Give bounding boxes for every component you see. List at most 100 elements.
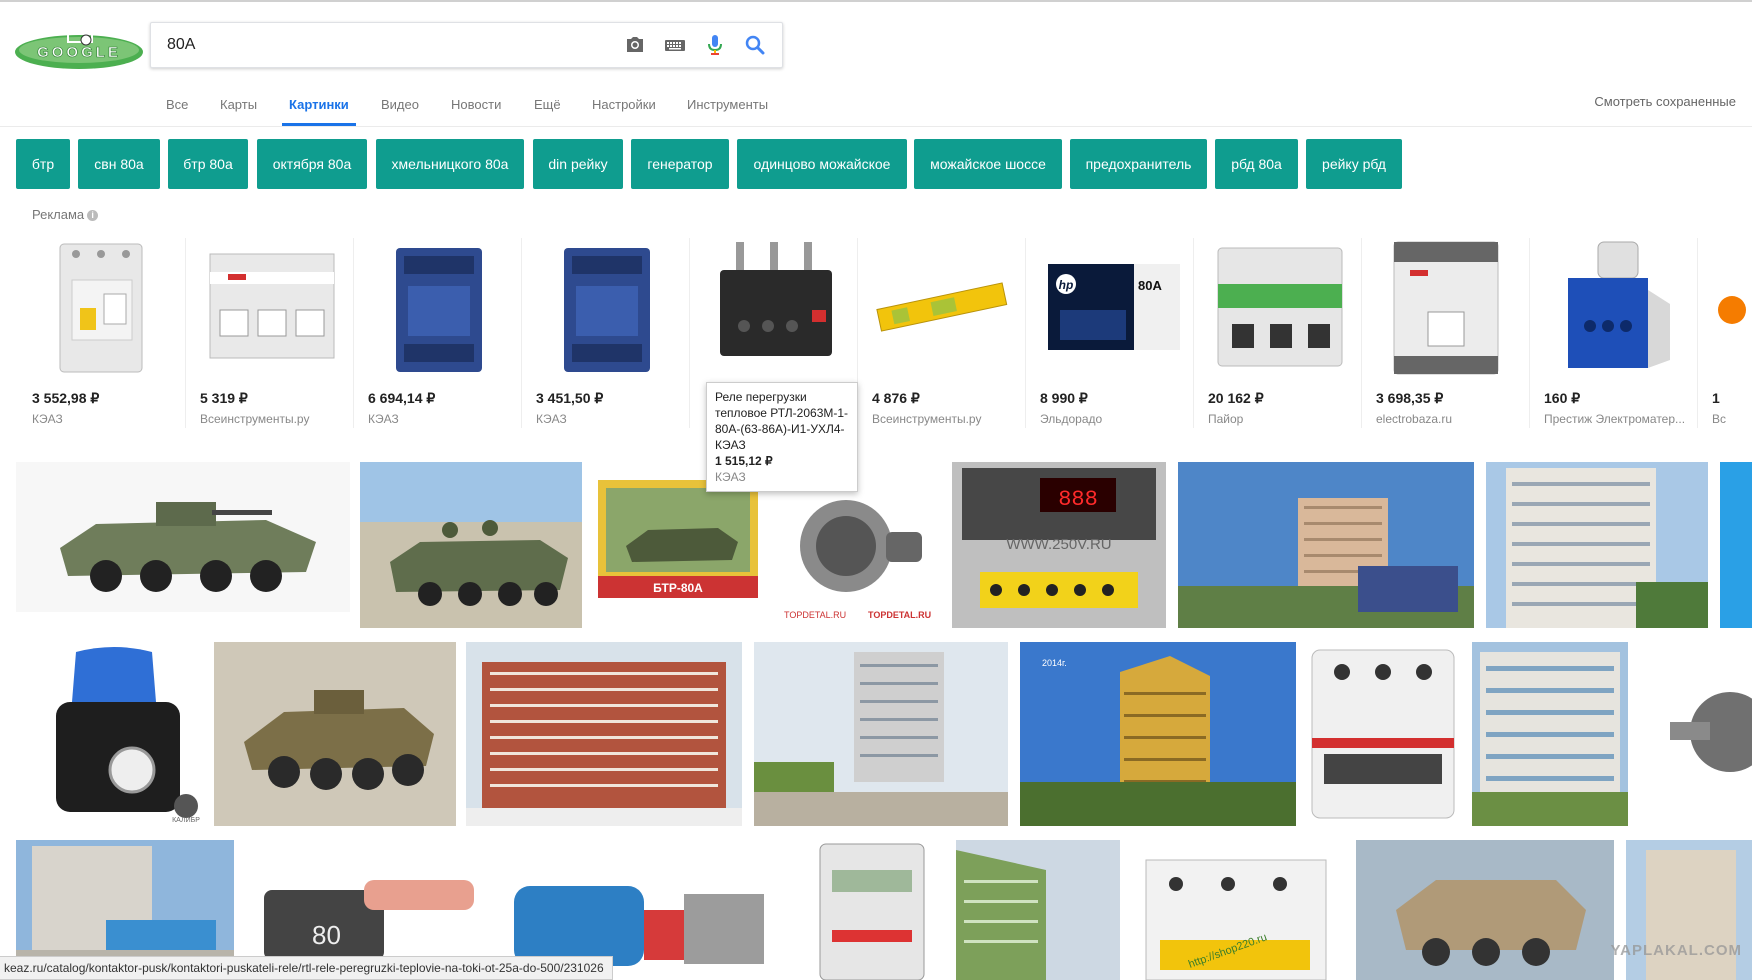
ad-card[interactable]: 3 698,35 ₽ electrobaza.ru [1362,238,1530,428]
ad-card[interactable]: 3 552,98 ₽ КЭАЗ [18,238,186,428]
ad-price: 3 698,35 ₽ [1376,390,1444,406]
circuit-breaker-image [1393,241,1499,375]
tooltip-title: Реле перегрузки тепловое РТЛ-2063М-1-80А… [715,390,849,452]
ad-card[interactable]: 20 162 ₽ Пайор [1194,238,1362,428]
ad-store: КЭАЗ [536,412,567,426]
status-bar-url: keaz.ru/catalog/kontaktor-pusk/kontaktor… [0,956,613,980]
contactor-image [564,248,650,372]
chip-odintsovo-mozhayskoe[interactable]: одинцово можайское [737,139,907,189]
ad-card[interactable]: 4 876 ₽ Всеинструменты.ру [858,238,1026,428]
image-result-partial-building[interactable] [1626,840,1752,980]
chip-reyku-rbd[interactable]: рейку рбд [1306,139,1402,189]
info-icon[interactable]: i [87,210,99,221]
google-doodle-logo[interactable]: GOOGLE [12,26,146,72]
ads-label: Реклама i [32,207,99,222]
saved-images-link[interactable]: Смотреть сохраненные [1594,94,1736,109]
ads-label-text: Реклама [32,207,85,222]
box-label: БТР-80А [653,581,703,595]
year-text: 2014г. [1042,658,1067,668]
image-result-brick-building[interactable] [466,642,742,826]
image-result-btr-model[interactable] [214,642,456,826]
search-input[interactable] [165,33,609,57]
tab-maps[interactable]: Карты [220,94,257,126]
tooltip-price: 1 515,12 ₽ [715,454,773,468]
watermark-text: TOPDETAL.RU [784,610,846,620]
image-result-street-building[interactable] [754,642,1008,826]
site-watermark: YAPLAKAL.COM [1610,942,1742,959]
ad-price: 3 552,98 ₽ [32,390,100,406]
search-icon[interactable] [743,33,767,57]
ad-card[interactable]: 160 ₽ Престиж Электроматер... [1530,238,1698,428]
keyboard-icon[interactable] [663,33,687,57]
chip-btr-80a[interactable]: бтр 80а [168,139,248,189]
distribution-block-image [1568,241,1670,368]
chip-generator[interactable]: генератор [631,139,729,189]
circuit-breaker-image [1217,247,1343,367]
ad-store: Эльдорадо [1040,412,1103,426]
ad-card[interactable]: 6 694,14 ₽ КЭАЗ [354,238,522,428]
ad-tooltip: Реле перегрузки тепловое РТЛ-2063М-1-80А… [706,382,858,492]
contactor-image [396,248,482,372]
tab-settings[interactable]: Настройки [592,94,656,126]
image-result-partial-metal[interactable] [1670,642,1752,826]
ad-store: Всеинструменты.ру [200,412,310,426]
chip-btr[interactable]: бтр [16,139,70,189]
tab-tools[interactable]: Инструменты [687,94,768,126]
search-tabs: Все Карты Картинки Видео Новости Ещё Нас… [0,90,1752,127]
circuit-breaker-image [59,243,143,373]
image-result-voltage-relay[interactable]: 888 WWW.250V.RU [952,462,1166,628]
image-result-generator[interactable]: TOPDETAL.RU TOPDETAL.RU [776,470,936,628]
ad-price: 4 876 ₽ [872,390,920,406]
watermark-text: WWW.250V.RU [1006,536,1111,553]
ad-card[interactable]: 3 451,50 ₽ КЭАЗ [522,238,690,428]
search-box[interactable] [150,22,783,68]
image-result-building[interactable] [1178,462,1474,628]
tab-images[interactable]: Картинки [282,94,356,126]
ad-card-partial[interactable]: 1 Вс [1698,238,1752,428]
ad-store: КЭАЗ [32,412,63,426]
image-result-balcony-building[interactable] [1472,642,1628,826]
ad-price: 8 990 ₽ [1040,390,1088,406]
watermark-text: TOPDETAL.RU [868,610,931,620]
camera-icon[interactable] [623,33,647,57]
image-result-btr-soldiers[interactable] [360,462,582,628]
window-top-border [0,0,1752,2]
chip-predokhranitel[interactable]: предохранитель [1070,139,1207,189]
image-result-btr[interactable] [16,462,350,612]
image-result-breaker-ekf[interactable]: http://shop220.ru [1140,840,1332,980]
overload-relay-image [720,242,832,356]
ad-store: Пайор [1208,412,1244,426]
image-result-circuit-breaker[interactable] [1306,642,1460,826]
chip-din-reyku[interactable]: din рейку [533,139,623,189]
image-result-electric-meter[interactable] [800,840,944,980]
tab-all[interactable]: Все [166,94,188,126]
svg-text:hp: hp [1059,278,1074,292]
image-result-pressure-switch[interactable]: КАЛИБР [16,642,208,826]
tab-news[interactable]: Новости [451,94,501,126]
microphone-icon[interactable] [703,33,727,57]
ad-card[interactable]: hp 80A 8 990 ₽ Эльдорадо [1026,238,1194,428]
image-result-partial[interactable] [1720,462,1752,628]
image-result-yellow-building[interactable]: 2014г. [1020,642,1296,826]
tab-video[interactable]: Видео [381,94,419,126]
image-result-green-building[interactable] [956,840,1120,980]
ad-price: 6 694,14 ₽ [368,390,436,406]
chip-svn-80a[interactable]: свн 80а [78,139,160,189]
chip-rbd-80a[interactable]: рбд 80а [1215,139,1298,189]
ad-store: Престиж Электроматер... [1544,412,1686,426]
chip-mozhayskoe-shosse[interactable]: можайское шоссе [914,139,1062,189]
image-result-btr-model-box[interactable]: БТР-80А [598,480,758,598]
tab-more[interactable]: Ещё [534,94,561,126]
product-image [1718,296,1746,324]
chip-oktyabrya-80a[interactable]: октября 80а [257,139,367,189]
ad-card[interactable]: 5 319 ₽ Всеинструменты.ру [186,238,354,428]
fuse-text: 80 [312,920,341,950]
ad-store: electrobaza.ru [1376,412,1453,426]
image-result-btr-miniature[interactable] [1356,840,1614,980]
brand-text: КАЛИБР [172,817,200,824]
chip-khmelnitskogo-80a[interactable]: хмельницкого 80а [376,139,524,189]
image-result-tall-building[interactable] [1486,462,1708,628]
ad-store: Вс [1712,412,1727,426]
svg-text:80A: 80A [1138,278,1162,293]
ad-price: 160 ₽ [1544,390,1581,406]
